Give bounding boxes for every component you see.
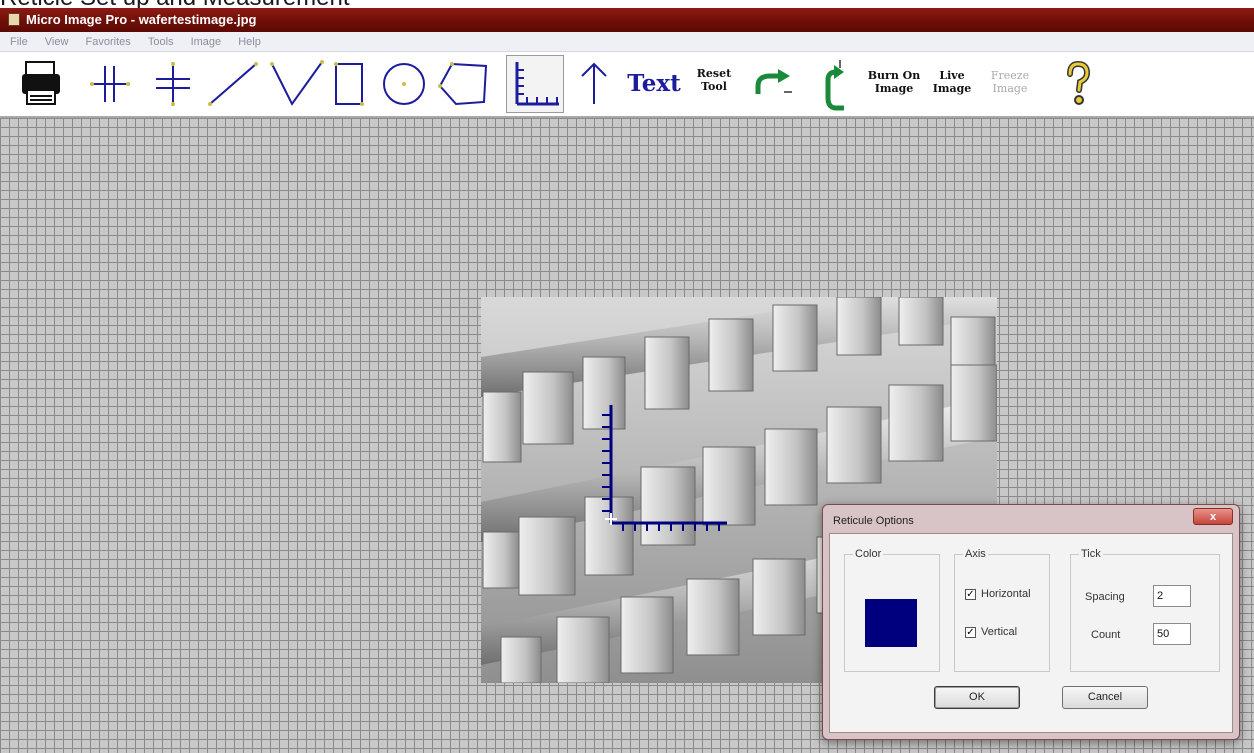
spacing-input[interactable]: 2 xyxy=(1153,585,1191,607)
axis-group-label: Axis xyxy=(963,548,988,560)
tick-group-label: Tick xyxy=(1079,548,1103,560)
live-image-button[interactable]: Live Image xyxy=(930,56,974,112)
freeze-label-line2: Image xyxy=(992,82,1028,95)
undo-icon xyxy=(755,69,792,94)
line-tool-button[interactable] xyxy=(204,56,262,112)
spacing-label: Spacing xyxy=(1085,591,1125,603)
perpendicular-tool-button[interactable] xyxy=(148,56,198,112)
help-icon xyxy=(1067,60,1091,105)
polygon-tool-button[interactable] xyxy=(436,56,492,112)
burn-label-line1: Burn On xyxy=(867,69,921,82)
window-titlebar: Micro Image Pro - wafertestimage.jpg xyxy=(0,8,1254,32)
app-icon xyxy=(8,13,20,26)
reset-label-line1: Reset xyxy=(696,67,732,80)
axis-group: Axis ✓ Horizontal ✓ Vertical xyxy=(954,548,1050,672)
menu-tools[interactable]: Tools xyxy=(148,36,174,48)
undo-button[interactable] xyxy=(750,56,796,112)
reticle-tool-button[interactable] xyxy=(506,55,564,113)
arrow-tool-button[interactable] xyxy=(576,56,612,112)
line-icon xyxy=(208,62,258,106)
tick-group: Tick Spacing 2 Count 50 xyxy=(1070,548,1220,672)
printer-icon xyxy=(22,61,60,105)
cancel-button[interactable]: Cancel xyxy=(1062,686,1148,709)
menu-bar: File View Favorites Tools Image Help xyxy=(0,32,1254,52)
burn-label-line2: Image xyxy=(874,82,914,95)
parallel-lines-icon xyxy=(90,66,130,102)
ok-button[interactable]: OK xyxy=(934,686,1020,709)
menu-favorites[interactable]: Favorites xyxy=(86,36,131,48)
reset-label-line2: Tool xyxy=(701,80,727,93)
freeze-label-line1: Freeze xyxy=(990,69,1030,82)
perpendicular-lines-icon xyxy=(156,62,190,106)
menu-help[interactable]: Help xyxy=(238,36,261,48)
freeze-image-button[interactable]: Freeze Image xyxy=(988,56,1032,112)
angle-icon xyxy=(270,60,324,106)
live-label-line1: Live xyxy=(939,69,965,82)
polygon-icon xyxy=(438,62,488,106)
help-button[interactable] xyxy=(1062,56,1094,112)
horizontal-label: Horizontal xyxy=(981,588,1031,600)
angle-tool-button[interactable] xyxy=(266,56,326,112)
vertical-label: Vertical xyxy=(981,626,1018,638)
reticule-options-dialog: Reticule Options x Color Axis ✓ Horizont… xyxy=(822,504,1240,740)
count-label: Count xyxy=(1091,629,1121,641)
reset-tool-button[interactable]: Reset Tool xyxy=(692,56,736,112)
text-tool-label: Text xyxy=(627,70,681,97)
horizontal-checkbox[interactable]: ✓ xyxy=(965,589,976,600)
close-icon[interactable]: x xyxy=(1193,508,1233,525)
dialog-body: Color Axis ✓ Horizontal ✓ Vertical Tick … xyxy=(829,533,1233,733)
arrow-icon xyxy=(581,62,607,104)
live-label-line2: Image xyxy=(932,82,972,95)
parallel-tool-button[interactable] xyxy=(86,56,136,112)
burn-on-image-button[interactable]: Burn On Image xyxy=(866,56,922,112)
menu-view[interactable]: View xyxy=(45,36,69,48)
menu-image[interactable]: Image xyxy=(191,36,222,48)
color-swatch[interactable] xyxy=(865,599,917,647)
circle-tool-button[interactable] xyxy=(380,56,428,112)
rectangle-icon xyxy=(334,62,364,106)
count-input[interactable]: 50 xyxy=(1153,623,1191,645)
dialog-title: Reticule Options xyxy=(833,515,914,527)
window-title: Micro Image Pro - wafertestimage.jpg xyxy=(26,12,257,27)
toolbar: Text Reset Tool Burn On Image Live Image… xyxy=(0,52,1254,118)
rectangle-tool-button[interactable] xyxy=(332,56,366,112)
print-button[interactable] xyxy=(18,56,64,112)
redo-icon xyxy=(825,60,844,111)
color-group: Color xyxy=(844,548,940,672)
circle-icon xyxy=(383,63,425,105)
reticle-icon xyxy=(515,62,559,106)
menu-file[interactable]: File xyxy=(10,36,28,48)
vertical-checkbox[interactable]: ✓ xyxy=(965,627,976,638)
redo-button[interactable] xyxy=(818,56,858,112)
color-group-label: Color xyxy=(853,548,884,560)
text-tool-button[interactable]: Text xyxy=(624,56,684,112)
